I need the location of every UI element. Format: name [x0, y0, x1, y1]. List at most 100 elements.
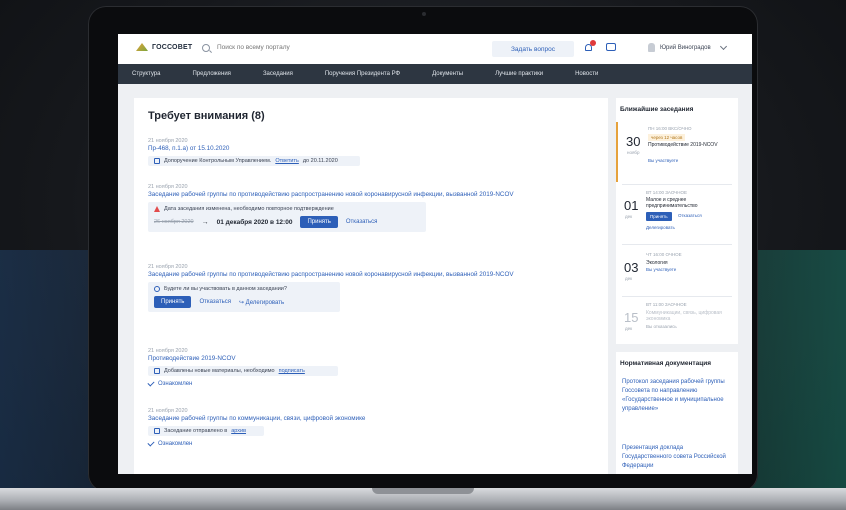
- answer-link[interactable]: Ответить: [275, 158, 299, 164]
- delegate-button[interactable]: ↪ Делегировать: [239, 299, 284, 306]
- acknowledged-label: Ознакомлен: [158, 381, 193, 387]
- chat-icon[interactable]: [606, 43, 616, 51]
- item-title-link[interactable]: Заседание рабочей группы по противодейст…: [148, 190, 568, 199]
- meeting-status: Вы отказались: [646, 324, 677, 329]
- participation-box: Будете ли вы участвовать в данном заседа…: [148, 282, 340, 312]
- item-note: Заседание отправлено в архив: [148, 426, 264, 436]
- regulatory-docs: Нормативная документация Протокол заседа…: [616, 352, 738, 474]
- acknowledged: Ознакомлен: [147, 379, 338, 387]
- item-note: Допоручение Контрольным Управлением. Отв…: [148, 156, 360, 166]
- meeting-time: ВТ 14:00 ЗАОЧНОЕ: [646, 190, 687, 195]
- search-icon: [202, 43, 210, 52]
- question-text: Будете ли вы участвовать в данном заседа…: [164, 286, 287, 292]
- note-text: Заседание отправлено в: [164, 428, 228, 434]
- ask-question-button[interactable]: Задать вопрос: [492, 41, 574, 57]
- date-change-row: 26 ноября 2020 → 01 декабря 2020 в 12:00…: [154, 216, 420, 228]
- nav-president-orders[interactable]: Поручения Президента РФ: [325, 71, 400, 77]
- meeting-status: Вы участвуете: [646, 267, 677, 272]
- item-title-link[interactable]: Противодействие 2019-NCOV: [148, 354, 338, 363]
- logo-text: ГОССОВЕТ: [152, 43, 193, 51]
- nav-structure[interactable]: Структура: [132, 71, 160, 77]
- meeting-status: Вы участвуете: [648, 158, 679, 163]
- meeting-month: дек: [625, 326, 633, 331]
- delegate-label: Делегировать: [245, 299, 285, 306]
- meeting-month: ноябр: [627, 150, 640, 155]
- notification-badge: [590, 40, 596, 46]
- nav-news[interactable]: Новости: [575, 71, 598, 77]
- divider: [622, 296, 732, 297]
- user-menu[interactable]: Юрий Виноградов: [648, 42, 727, 52]
- meeting-day: 01: [624, 198, 639, 213]
- item-note: Добавлены новые материалы, необходимо по…: [148, 366, 338, 376]
- accept-button[interactable]: Принять: [154, 296, 192, 308]
- avatar-icon: [648, 43, 655, 52]
- nav-documents[interactable]: Документы: [432, 71, 463, 77]
- upcoming-meetings: Ближайшие заседания 30 ноябр ПН 16:00 ВК…: [616, 98, 738, 344]
- chevron-down-icon: [719, 42, 727, 51]
- date-change-box: Дата заседания изменена, необходимо повт…: [148, 202, 426, 232]
- meeting-card[interactable]: 30 ноябр ПН 16:00 ВКС/ОЧНО через 12 часо…: [616, 122, 740, 182]
- list-item: 21 ноября 2020 Заседание рабочей группы …: [148, 184, 568, 232]
- nav-proposals[interactable]: Предложения: [192, 71, 230, 77]
- meeting-title: Коммуникации, связь, цифровая экономика: [646, 310, 722, 322]
- note-deadline: до 20.11.2020: [302, 158, 338, 164]
- camera: [422, 12, 426, 16]
- decline-button[interactable]: Отказаться: [678, 213, 702, 218]
- search: [202, 43, 369, 52]
- meeting-title: Экология: [646, 260, 668, 266]
- meetings-title: Ближайшие заседания: [620, 106, 694, 113]
- note-text: Допоручение Контрольным Управлением.: [164, 158, 272, 164]
- meeting-title: Противодействие 2019-NCOV: [648, 142, 718, 148]
- acknowledged: Ознакомлен: [147, 439, 365, 447]
- doc-link[interactable]: Протокол заседания рабочей группы Госсов…: [622, 378, 734, 414]
- delegate-icon: ↪: [238, 299, 246, 306]
- acknowledged-label: Ознакомлен: [158, 441, 193, 447]
- docs-title: Нормативная документация: [620, 360, 712, 367]
- meeting-time: ЧТ 16:00 ОЧНОЕ: [646, 252, 682, 257]
- nav-meetings[interactable]: Заседания: [263, 71, 293, 77]
- list-item: 21 ноября 2020 Заседание рабочей группы …: [147, 408, 365, 447]
- logo[interactable]: ГОССОВЕТ: [136, 43, 192, 51]
- item-title-link[interactable]: Заседание рабочей группы по коммуникации…: [148, 414, 365, 423]
- arrow-right-icon: →: [201, 218, 209, 226]
- accept-button[interactable]: Принять: [300, 216, 338, 228]
- doc-link[interactable]: Презентация доклада Государственного сов…: [622, 444, 734, 471]
- check-icon: [147, 439, 155, 447]
- meeting-time: ПН 16:00 ВКС/ОЧНО: [648, 126, 692, 131]
- old-date: 26 ноября 2020: [154, 219, 194, 225]
- item-title-link[interactable]: Пр-468, п.1.a) от 15.10.2020: [148, 144, 360, 153]
- notifications-bell-icon[interactable]: [584, 40, 596, 52]
- top-bar: ГОССОВЕТ Задать вопрос Юрий Виноградов: [118, 34, 752, 64]
- decline-button[interactable]: Отказаться: [199, 299, 231, 305]
- divider: [622, 184, 732, 185]
- list-item: 21 ноября 2020 Противодействие 2019-NCOV…: [147, 348, 338, 387]
- meeting-month: дек: [625, 276, 633, 281]
- list-item: 21 ноября 2020 Пр-468, п.1.a) от 15.10.2…: [148, 138, 360, 166]
- item-title-link[interactable]: Заседание рабочей группы по противодейст…: [148, 270, 568, 279]
- sign-link[interactable]: подписать: [279, 368, 305, 374]
- question-row: Будете ли вы участвовать в данном заседа…: [154, 286, 334, 292]
- divider: [622, 244, 732, 245]
- decline-button[interactable]: Отказаться: [346, 219, 378, 225]
- meeting-card[interactable]: 15 дек ВТ 11:00 ЗАОЧНОЕ Коммуникации, св…: [616, 298, 738, 358]
- meeting-card[interactable]: 01 дек ВТ 14:00 ЗАОЧНОЕ Малое и среднее …: [616, 186, 738, 246]
- meeting-day: 15: [624, 310, 639, 325]
- search-input[interactable]: [215, 43, 369, 52]
- archive-link[interactable]: архив: [231, 428, 246, 434]
- meeting-day: 30: [626, 134, 641, 149]
- meeting-title: Малое и среднее предпринимательство: [646, 197, 698, 209]
- logo-icon: [136, 43, 148, 51]
- meeting-countdown-badge: через 12 часов: [648, 134, 686, 141]
- page-title: Требует внимания (8): [148, 110, 265, 122]
- nav-best-practices[interactable]: Лучшие практики: [495, 71, 543, 77]
- document-icon: [154, 368, 160, 374]
- archive-icon: [154, 428, 160, 434]
- meeting-month: дек: [625, 214, 633, 219]
- delegate-button[interactable]: Делегировать: [646, 225, 675, 230]
- meeting-day: 03: [624, 260, 639, 275]
- accept-button[interactable]: Принять: [646, 212, 672, 221]
- laptop-notch: [372, 488, 474, 494]
- note-text: Добавлены новые материалы, необходимо: [164, 368, 275, 374]
- screen: ГОССОВЕТ Задать вопрос Юрий Виноградов С…: [118, 34, 752, 474]
- warning-icon: [154, 206, 160, 212]
